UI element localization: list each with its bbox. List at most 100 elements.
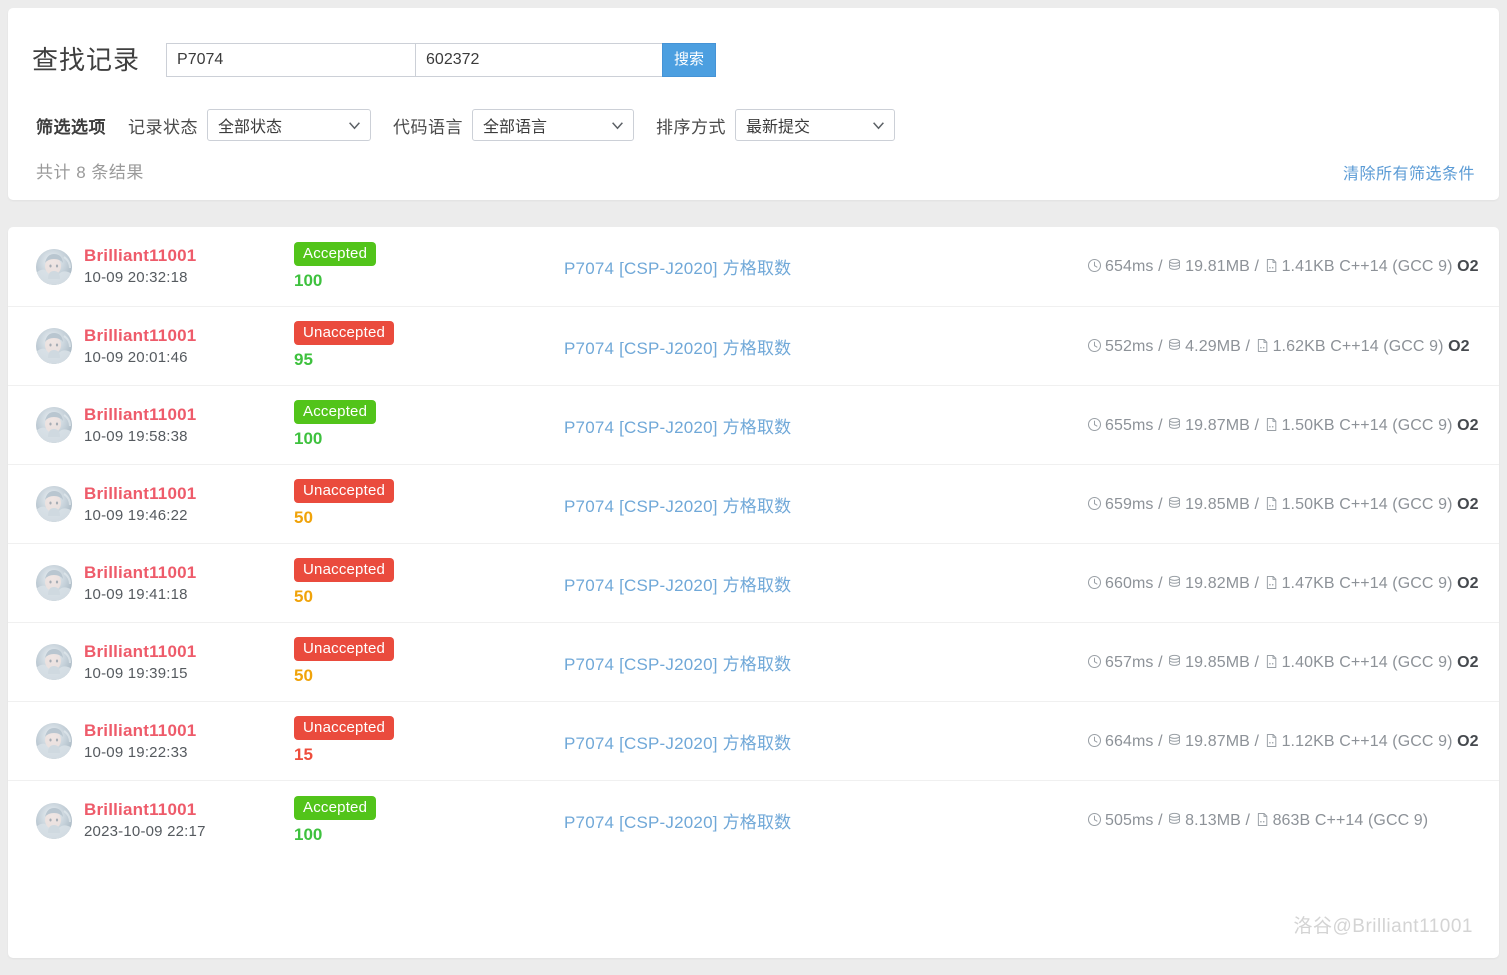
problem-link[interactable]: P7074 [CSP-J2020] 方格取数 xyxy=(564,729,791,754)
status-badge[interactable]: Unaccepted xyxy=(294,716,395,740)
memory-used-value: 8.13MB xyxy=(1185,812,1241,829)
avatar[interactable] xyxy=(36,486,72,522)
status-badge[interactable]: Unaccepted xyxy=(294,558,395,582)
file-code-icon xyxy=(1264,575,1279,590)
username-link[interactable]: Brilliant11001 xyxy=(84,720,196,742)
record-status-cell: Unaccepted 95 xyxy=(294,321,544,371)
avatar[interactable] xyxy=(36,328,72,364)
file-code-icon xyxy=(1264,417,1279,432)
avatar[interactable] xyxy=(36,644,72,680)
record-problem-cell: P7074 [CSP-J2020] 方格取数 xyxy=(544,808,1087,833)
status-badge[interactable]: Accepted xyxy=(294,400,377,424)
record-stats-cell: 660ms / 19.82MB / 1.47KB C++14 (GCC 9) O… xyxy=(1087,570,1479,597)
avatar[interactable] xyxy=(36,248,72,285)
record-stats-cell: 654ms / 19.81MB / 1.41KB C++14 (GCC 9) O… xyxy=(1087,253,1479,280)
username-link[interactable]: Brilliant11001 xyxy=(84,245,196,267)
record-user-meta: Brilliant11001 10-09 20:32:18 xyxy=(84,245,196,288)
code-size-value: 1.12KB xyxy=(1281,732,1335,750)
avatar[interactable] xyxy=(36,407,72,443)
code-size-value: 863B xyxy=(1272,812,1311,829)
o2-badge: O2 xyxy=(1452,495,1479,513)
score-value: 50 xyxy=(294,508,313,527)
status-filter-label: 记录状态 xyxy=(128,117,198,137)
problem-link[interactable]: P7074 [CSP-J2020] 方格取数 xyxy=(564,492,791,517)
o2-badge: O2 xyxy=(1452,732,1479,750)
status-badge[interactable]: Accepted xyxy=(294,241,377,266)
search-fields: 搜索 xyxy=(166,43,717,77)
clear-filters-link[interactable]: 清除所有筛选条件 xyxy=(1343,160,1475,184)
sort-filter-select[interactable]: 最新提交 xyxy=(735,109,895,141)
problem-link[interactable]: P7074 [CSP-J2020] 方格取数 xyxy=(564,808,791,833)
problem-link[interactable]: P7074 [CSP-J2020] 方格取数 xyxy=(564,650,791,675)
record-user-meta: Brilliant11001 2023-10-09 22:17 xyxy=(84,799,206,842)
o2-badge: O2 xyxy=(1452,258,1479,275)
record-stats-cell: 664ms / 19.87MB / 1.12KB C++14 (GCC 9) O… xyxy=(1087,728,1479,755)
problem-link[interactable]: P7074 [CSP-J2020] 方格取数 xyxy=(564,254,791,279)
submit-timestamp: 2023-10-09 22:17 xyxy=(84,823,206,840)
database-icon xyxy=(1167,258,1182,273)
filter-options-label: 筛选选项 xyxy=(36,117,106,137)
record-user-cell: Brilliant11001 10-09 20:01:46 xyxy=(36,325,294,368)
score-value: 15 xyxy=(294,745,313,764)
problem-id-input[interactable] xyxy=(166,43,416,77)
status-badge[interactable]: Accepted xyxy=(294,795,377,820)
language-filter-select[interactable]: 全部语言 xyxy=(472,109,634,141)
status-badge[interactable]: Unaccepted xyxy=(294,637,395,661)
username-link[interactable]: Brilliant11001 xyxy=(84,325,196,347)
record-problem-cell: P7074 [CSP-J2020] 方格取数 xyxy=(544,650,1087,675)
search-button[interactable]: 搜索 xyxy=(662,43,717,77)
o2-badge: O2 xyxy=(1452,416,1479,434)
o2-badge: O2 xyxy=(1452,574,1479,592)
username-link[interactable]: Brilliant11001 xyxy=(84,641,196,663)
file-code-icon xyxy=(1264,733,1279,748)
score-value: 100 xyxy=(294,824,323,844)
code-size-value: 1.50KB xyxy=(1281,495,1335,513)
language-filter-value: 全部语言 xyxy=(483,119,548,136)
page-title: 查找记录 xyxy=(32,45,141,75)
username-link[interactable]: Brilliant11001 xyxy=(84,799,206,821)
username-link[interactable]: Brilliant11001 xyxy=(84,483,196,505)
record-user-cell: Brilliant11001 10-09 19:22:33 xyxy=(36,720,294,763)
clock-icon xyxy=(1087,417,1102,432)
filter-group-sort: 排序方式 最新提交 xyxy=(656,109,895,141)
record-row: Brilliant11001 2023-10-09 22:17 Accepted 10… xyxy=(8,781,1499,860)
record-user-meta: Brilliant11001 10-09 19:46:22 xyxy=(84,483,196,526)
username-link[interactable]: Brilliant11001 xyxy=(84,404,196,426)
o2-badge: O2 xyxy=(1443,337,1470,355)
username-link[interactable]: Brilliant11001 xyxy=(84,562,196,584)
avatar-image xyxy=(36,723,72,759)
record-stats-cell: 505ms / 8.13MB / 863B C++14 (GCC 9) xyxy=(1087,807,1479,834)
avatar[interactable] xyxy=(36,565,72,601)
record-user-meta: Brilliant11001 10-09 19:22:33 xyxy=(84,720,196,763)
code-size-value: 1.41KB xyxy=(1281,258,1335,275)
status-filter-select[interactable]: 全部状态 xyxy=(207,109,371,141)
record-row: Brilliant11001 10-09 19:41:18 Unaccepted 50… xyxy=(8,544,1499,623)
record-row: Brilliant11001 10-09 20:01:46 Unaccepted 95… xyxy=(8,307,1499,386)
user-id-input[interactable] xyxy=(415,43,663,77)
database-icon xyxy=(1167,733,1182,748)
database-icon xyxy=(1167,338,1182,353)
database-icon xyxy=(1167,654,1182,669)
score-value: 100 xyxy=(294,429,323,448)
problem-link[interactable]: P7074 [CSP-J2020] 方格取数 xyxy=(564,334,791,359)
avatar[interactable] xyxy=(36,723,72,759)
file-code-icon xyxy=(1255,338,1270,353)
status-badge[interactable]: Unaccepted xyxy=(294,321,395,345)
status-badge[interactable]: Unaccepted xyxy=(294,479,395,503)
score-value: 50 xyxy=(294,587,313,606)
problem-link[interactable]: P7074 [CSP-J2020] 方格取数 xyxy=(564,413,791,438)
language-filter-label: 代码语言 xyxy=(393,117,463,137)
result-count: 共计 8 条结果 xyxy=(36,163,144,182)
record-status-cell: Accepted 100 xyxy=(294,400,544,450)
avatar[interactable] xyxy=(36,802,72,839)
submit-timestamp: 10-09 19:46:22 xyxy=(84,506,188,524)
record-stats-cell: 657ms / 19.85MB / 1.40KB C++14 (GCC 9) O… xyxy=(1087,649,1479,676)
records-container: Brilliant11001 10-09 20:32:18 Accepted 100 P… xyxy=(8,227,1499,860)
submit-timestamp: 10-09 20:01:46 xyxy=(84,348,188,366)
record-user-meta: Brilliant11001 10-09 19:41:18 xyxy=(84,562,196,605)
record-status-cell: Unaccepted 15 xyxy=(294,716,544,766)
time-used-value: 659ms xyxy=(1105,495,1154,513)
record-row: Brilliant11001 10-09 19:46:22 Unaccepted 50… xyxy=(8,465,1499,544)
clock-icon xyxy=(1087,338,1102,353)
problem-link[interactable]: P7074 [CSP-J2020] 方格取数 xyxy=(564,571,791,596)
